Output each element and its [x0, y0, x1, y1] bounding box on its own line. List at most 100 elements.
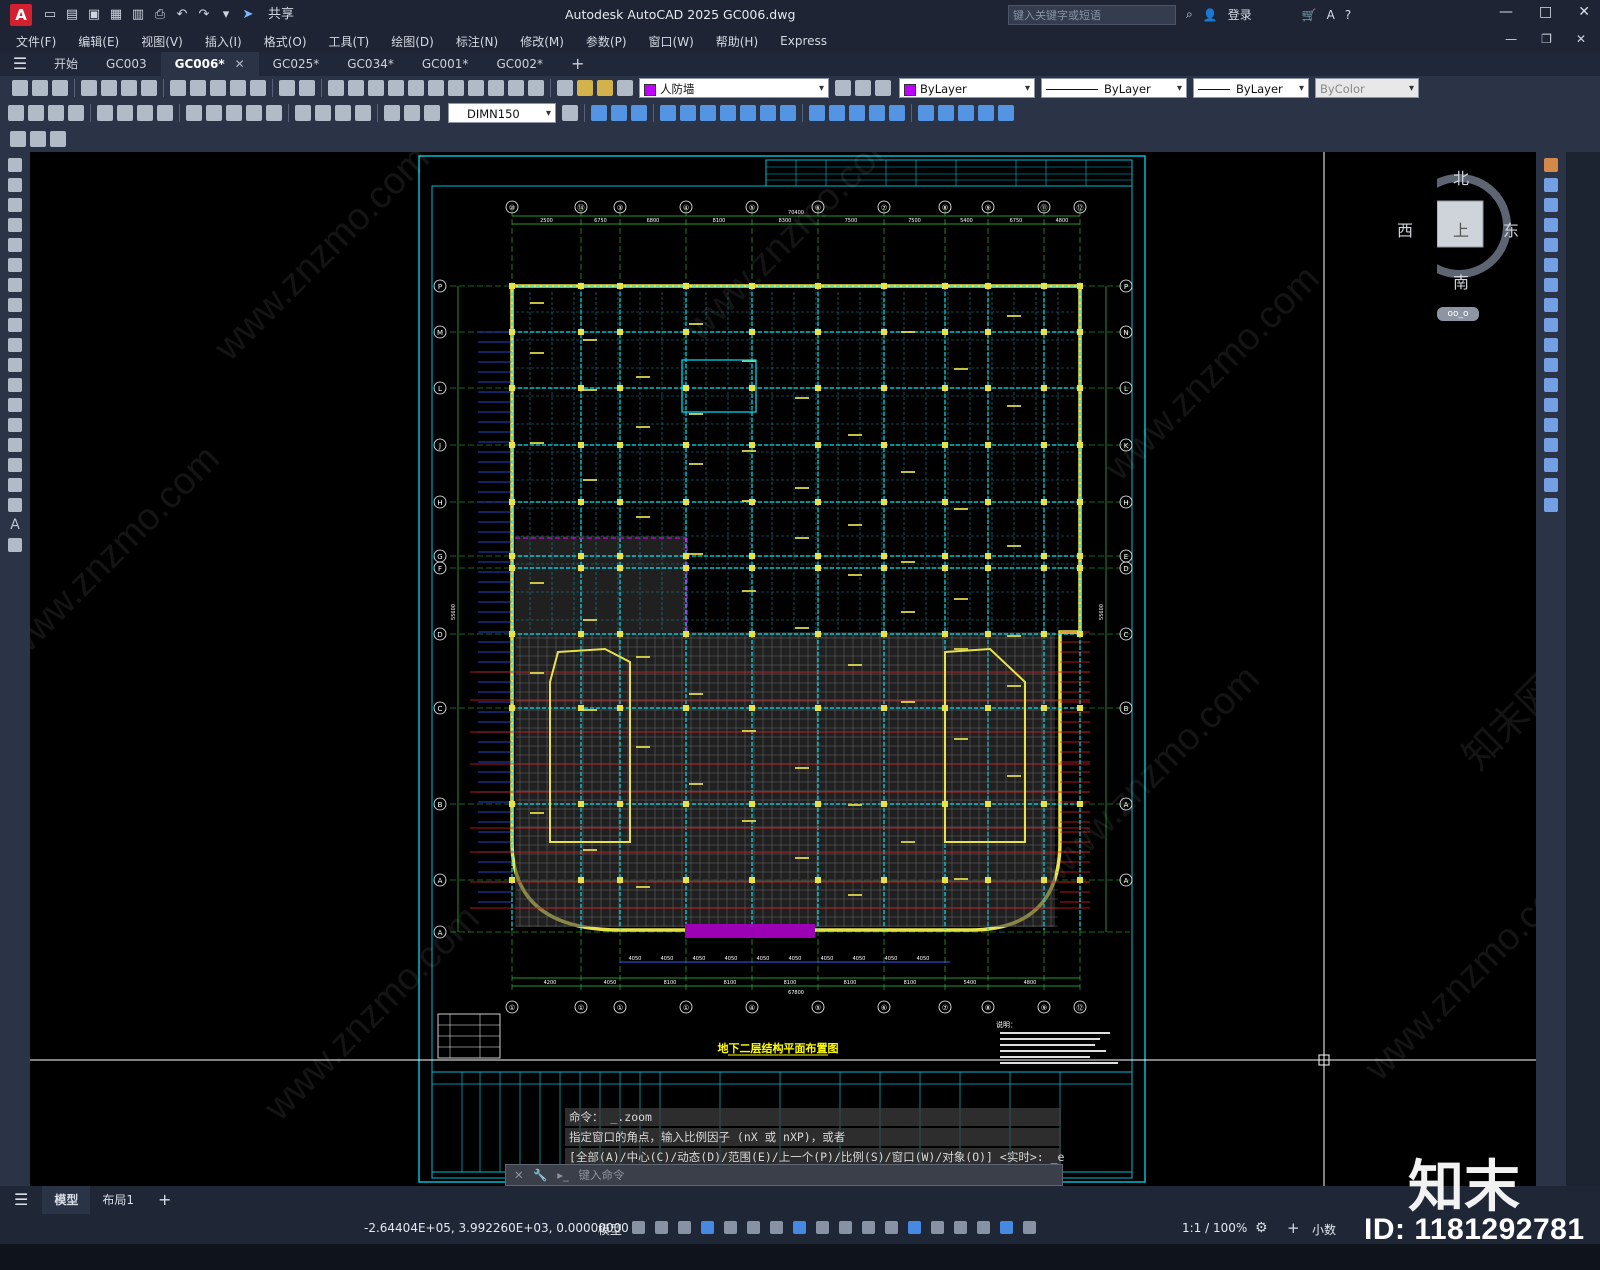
- construction-line-icon[interactable]: [8, 178, 22, 192]
- search-icon[interactable]: ⌕: [1186, 7, 1193, 22]
- 3d-osnap-icon[interactable]: [908, 1221, 921, 1234]
- arc-length-icon[interactable]: [48, 105, 64, 121]
- edit-text-icon[interactable]: [404, 105, 420, 121]
- fillet-icon[interactable]: [1544, 458, 1558, 472]
- compass-south[interactable]: 南: [1453, 269, 1469, 293]
- layout-menu-icon[interactable]: ☰: [0, 1186, 42, 1214]
- match-properties-icon[interactable]: [230, 80, 246, 96]
- array-icon[interactable]: [680, 105, 696, 121]
- tab-start[interactable]: 开始: [40, 52, 92, 76]
- color-dropdown[interactable]: ByLayer: [899, 78, 1035, 99]
- copy-icon[interactable]: [190, 80, 206, 96]
- block-editor-icon[interactable]: [250, 80, 266, 96]
- break-icon[interactable]: [266, 105, 282, 121]
- baseline-icon[interactable]: [206, 105, 222, 121]
- snap-icon[interactable]: [655, 1221, 668, 1234]
- space-icon[interactable]: [246, 105, 262, 121]
- ordinate-icon[interactable]: [68, 105, 84, 121]
- redo-icon[interactable]: [299, 80, 315, 96]
- chamfer-icon[interactable]: [1544, 438, 1558, 452]
- dynamic-ucs-icon[interactable]: [931, 1221, 944, 1234]
- paste-icon[interactable]: [210, 80, 226, 96]
- isodraft-icon[interactable]: [770, 1221, 783, 1234]
- menu-window[interactable]: 窗口(W): [649, 33, 694, 50]
- trim-icon[interactable]: [1544, 338, 1558, 352]
- zoom-realtime-icon[interactable]: [348, 80, 364, 96]
- ortho-icon[interactable]: [724, 1221, 737, 1234]
- tolerance-icon[interactable]: [295, 105, 311, 121]
- stretch-icon[interactable]: [760, 105, 776, 121]
- lineweight-icon[interactable]: [839, 1221, 852, 1234]
- tab-gc025[interactable]: GC025*: [259, 52, 334, 76]
- cut-icon[interactable]: [170, 80, 186, 96]
- menu-help[interactable]: 帮助(H): [716, 33, 758, 50]
- linear-dimension-icon[interactable]: [8, 105, 24, 121]
- command-recent-icon[interactable]: ▸_: [557, 1168, 569, 1182]
- gradient-icon[interactable]: [8, 458, 22, 472]
- extend-icon[interactable]: [809, 105, 825, 121]
- properties-icon[interactable]: [408, 80, 424, 96]
- close-icon[interactable]: ✕: [1578, 4, 1590, 20]
- dimstyle-dropdown[interactable]: DIMN150: [448, 103, 556, 124]
- viewcube-top-face[interactable]: 上: [1453, 217, 1469, 241]
- diameter-icon[interactable]: [137, 105, 153, 121]
- infer-icon[interactable]: [678, 1221, 691, 1234]
- edit-block-icon[interactable]: [10, 131, 26, 147]
- publish-icon[interactable]: [121, 80, 137, 96]
- dwf-icon[interactable]: [141, 80, 157, 96]
- new-icon[interactable]: ▭: [42, 7, 58, 23]
- table-icon[interactable]: [8, 498, 22, 512]
- copy-object-icon[interactable]: [611, 105, 627, 121]
- break-at-point-icon[interactable]: [829, 105, 845, 121]
- osnap-tracking-icon[interactable]: [816, 1221, 829, 1234]
- autodesk-app-icon[interactable]: A: [1327, 8, 1335, 22]
- doc-restore-icon[interactable]: ❐: [1541, 32, 1552, 46]
- design-center-icon[interactable]: [428, 80, 444, 96]
- stretch-icon[interactable]: [1544, 318, 1558, 332]
- move-icon[interactable]: [700, 105, 716, 121]
- doc-minimize-icon[interactable]: —: [1505, 32, 1517, 46]
- dynamic-input-icon[interactable]: [701, 1221, 714, 1234]
- lengthen-icon[interactable]: [978, 105, 994, 121]
- tab-gc003[interactable]: GC003: [92, 52, 161, 76]
- jogged-icon[interactable]: [117, 105, 133, 121]
- redo-icon[interactable]: ↷: [196, 7, 212, 23]
- undo-icon[interactable]: ↶: [174, 7, 190, 23]
- ellipse-arc-icon[interactable]: [8, 358, 22, 372]
- circle-icon[interactable]: [8, 278, 22, 292]
- wcs-menu[interactable]: oo_o: [1437, 307, 1479, 321]
- center-mark-icon[interactable]: [315, 105, 331, 121]
- multiline-text-icon[interactable]: A: [8, 518, 22, 532]
- arc-icon[interactable]: [8, 258, 22, 272]
- save-as-icon[interactable]: ▦: [108, 7, 124, 23]
- tab-gc034[interactable]: GC034*: [333, 52, 408, 76]
- grid-icon[interactable]: [632, 1221, 645, 1234]
- xref-icon[interactable]: [30, 131, 46, 147]
- layer-properties-icon[interactable]: [557, 80, 573, 96]
- rectangle-icon[interactable]: [8, 238, 22, 252]
- edit-dimension-icon[interactable]: [384, 105, 400, 121]
- mirror-icon[interactable]: [631, 105, 647, 121]
- plot-icon[interactable]: [81, 80, 97, 96]
- fillet-icon[interactable]: [889, 105, 905, 121]
- explode-icon[interactable]: [918, 105, 934, 121]
- model-space-toggle[interactable]: 模型: [598, 1221, 622, 1238]
- minimize-icon[interactable]: —: [1499, 4, 1513, 20]
- jogged-linear-icon[interactable]: [355, 105, 371, 121]
- compass-west[interactable]: 西: [1397, 217, 1413, 241]
- annotation-scale[interactable]: 1:1 / 100%: [1182, 1221, 1247, 1235]
- continue-icon[interactable]: [226, 105, 242, 121]
- menu-parametric[interactable]: 参数(P): [586, 33, 627, 50]
- file-tabs-menu-icon[interactable]: ☰: [0, 52, 40, 76]
- polygon-icon[interactable]: [8, 218, 22, 232]
- units-label[interactable]: 小数: [1312, 1221, 1336, 1238]
- make-current-layer-icon[interactable]: [835, 80, 851, 96]
- share-label[interactable]: 共享: [268, 7, 294, 23]
- menu-modify[interactable]: 修改(M): [520, 33, 564, 50]
- erase-icon[interactable]: [591, 105, 607, 121]
- layer-state-icon[interactable]: [875, 80, 891, 96]
- selection-cycling-icon[interactable]: [885, 1221, 898, 1234]
- revision-cloud-icon[interactable]: [8, 298, 22, 312]
- new-tab-button[interactable]: +: [557, 52, 598, 76]
- menu-express[interactable]: Express: [780, 34, 827, 48]
